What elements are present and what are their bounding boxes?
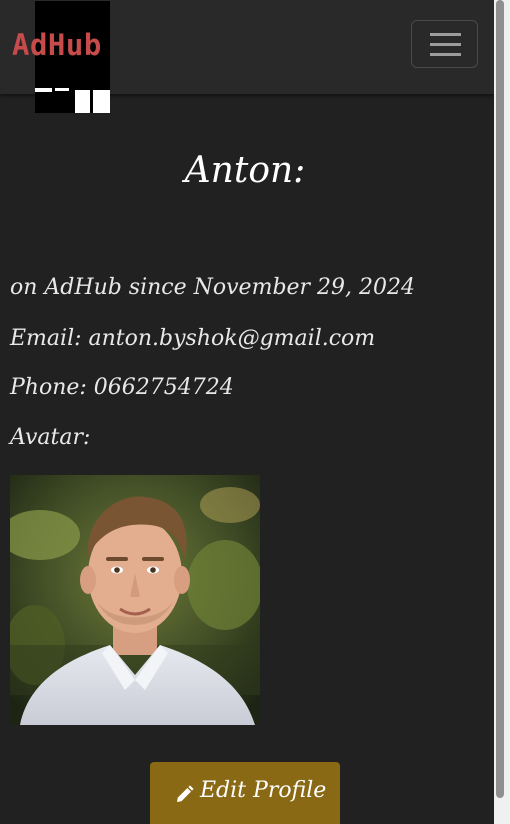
profile-title: Anton: xyxy=(184,150,306,191)
navbar-toggle-button[interactable] xyxy=(411,20,478,68)
logo-bar xyxy=(55,88,69,91)
scrollbar-thumb[interactable] xyxy=(496,0,504,798)
hamburger-menu-icon xyxy=(430,43,461,46)
hamburger-menu-icon xyxy=(430,33,461,36)
logo-bar xyxy=(93,90,110,113)
email-text: Email: anton.byshok@gmail.com xyxy=(10,326,376,351)
pencil-icon xyxy=(174,784,194,811)
logo-text: AdHub xyxy=(12,28,102,62)
avatar-photo xyxy=(10,475,260,725)
edit-profile-button[interactable]: Edit Profile xyxy=(150,762,340,824)
logo-bar xyxy=(35,88,52,92)
scrollbar[interactable] xyxy=(494,0,510,824)
phone-text: Phone: 0662754724 xyxy=(10,375,234,400)
avatar-label: Avatar: xyxy=(10,425,91,450)
hamburger-menu-icon xyxy=(430,53,461,56)
edit-profile-label: Edit Profile xyxy=(200,777,327,803)
logo-bar xyxy=(75,90,90,113)
member-since-text: on AdHub since November 29, 2024 xyxy=(10,275,416,300)
avatar xyxy=(10,475,260,725)
adhub-logo[interactable]: AdHub xyxy=(12,1,110,113)
navbar: AdHub xyxy=(0,0,494,113)
